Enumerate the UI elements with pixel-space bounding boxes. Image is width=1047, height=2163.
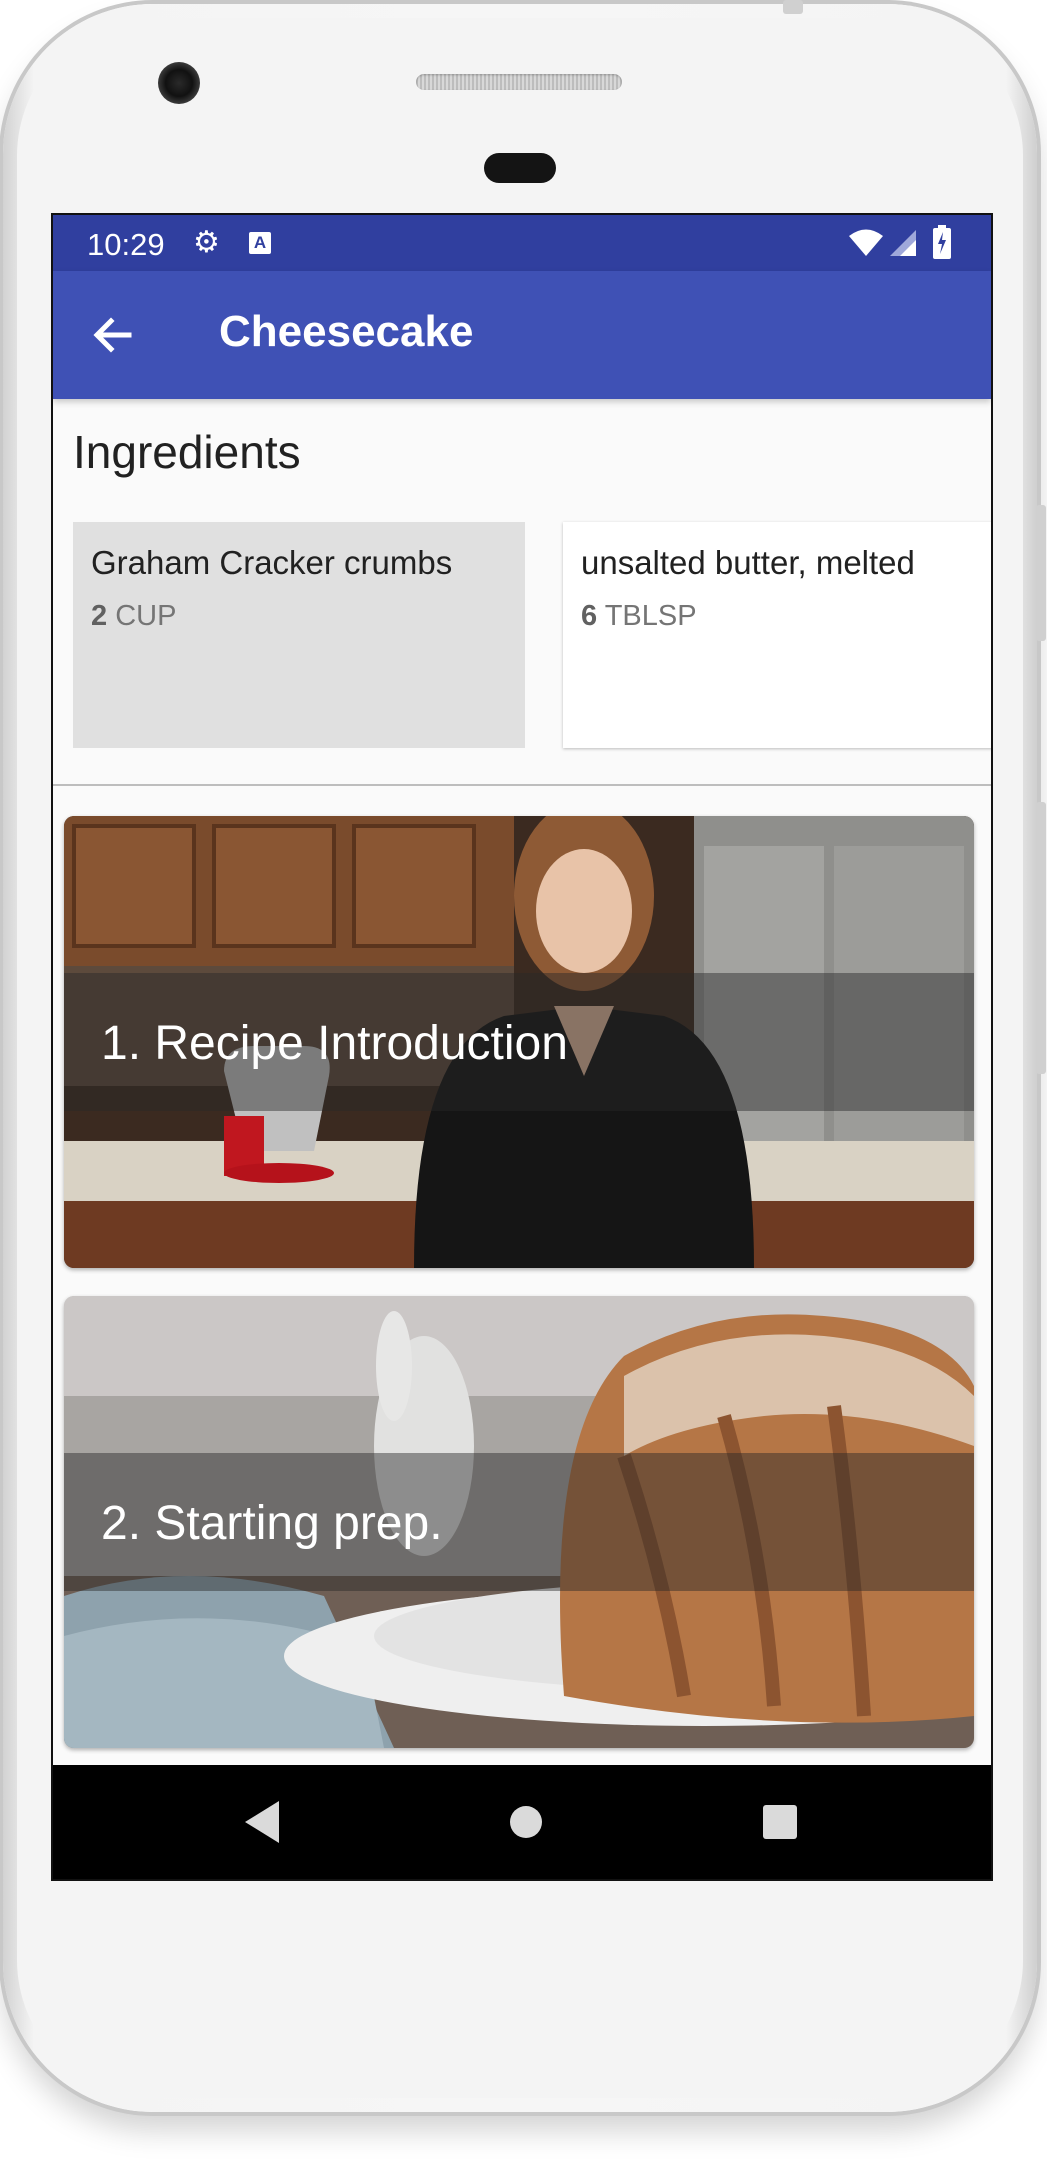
nav-bar [53,1765,991,1879]
power-button [1036,505,1046,641]
status-time: 10:29 [87,227,165,262]
step-label: 2. Starting prep. [101,1497,443,1550]
ingredient-name: unsalted butter, melted [581,544,915,581]
front-camera [158,62,200,104]
ingredient-card[interactable]: Graham Cracker crumbs 2 CUP [73,522,525,748]
step-card[interactable]: 2. Starting prep. [64,1296,974,1748]
back-button[interactable] [81,303,145,367]
back-triangle-icon[interactable] [243,1799,283,1845]
screen: 10:29 ⚙ A Cheesecake Ingredients Graham … [51,213,993,1881]
ingredients-heading: Ingredients [73,426,301,478]
app-bar: Cheesecake [53,271,991,399]
ingredient-name: Graham Cracker crumbs [91,544,453,581]
volume-button [1036,802,1046,1074]
ingredient-quantity: 6 TBLSP [581,600,991,633]
gear-icon: ⚙ [193,226,220,259]
quantity-unit: TBLSP [604,600,697,632]
step-card[interactable]: 1. Recipe Introduction [64,816,974,1268]
recents-square-icon[interactable] [757,1799,803,1845]
a-notification-icon: A [249,232,271,254]
proximity-sensor [484,153,556,183]
app-bar-title: Cheesecake [219,307,474,356]
earpiece-speaker [416,74,622,90]
top-button [783,0,803,14]
home-circle-icon[interactable] [503,1799,549,1845]
wifi-icon [849,229,883,256]
divider [53,784,991,786]
quantity-value: 6 [581,600,598,632]
step-label: 1. Recipe Introduction [101,1017,568,1070]
battery-icon [933,225,951,259]
ingredient-quantity: 2 CUP [91,600,507,633]
quantity-value: 2 [91,600,108,632]
ingredient-card[interactable]: unsalted butter, melted 6 TBLSP [563,522,991,748]
status-bar: 10:29 ⚙ A [53,215,991,271]
arrow-back-icon [93,317,132,353]
cell-signal-icon [890,230,916,256]
quantity-unit: CUP [115,600,177,632]
